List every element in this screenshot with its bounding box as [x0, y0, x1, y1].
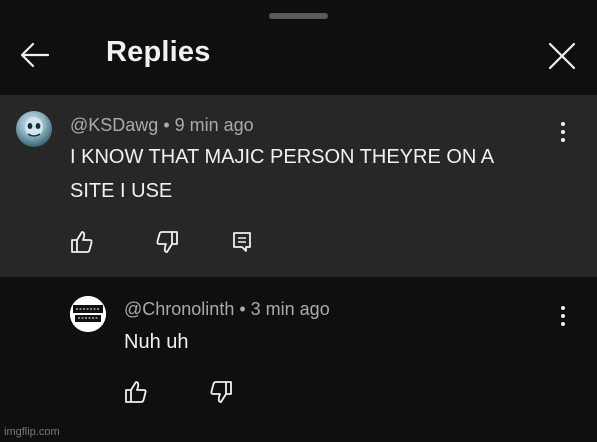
like-button[interactable] [69, 229, 95, 255]
meta-separator: • [163, 115, 170, 135]
parent-comment: @KSDawg • 9 min ago I KNOW THAT MAJIC PERS… [0, 95, 597, 277]
dislike-button[interactable] [154, 229, 180, 255]
comment-time: 9 min ago [174, 115, 254, 135]
thumbs-down-icon [156, 231, 178, 253]
avatar[interactable] [16, 111, 52, 147]
comment-text: I KNOW THAT MAJIC PERSON THEYRE ON A SIT… [70, 140, 550, 208]
thumbs-up-icon [125, 381, 147, 403]
comment-meta: @KSDawg • 9 min ago [70, 115, 254, 136]
thumbs-down-icon [210, 381, 232, 403]
comment-author[interactable]: @KSDawg [70, 115, 158, 135]
more-options-button[interactable] [553, 119, 573, 145]
comment-reply-icon [233, 232, 251, 252]
reply-button[interactable] [230, 229, 256, 255]
avatar-face-icon [25, 117, 43, 137]
comment-text-line: I KNOW THAT MAJIC PERSON THEYRE ON A [70, 146, 495, 168]
avatar[interactable] [70, 296, 106, 332]
reply-meta: @Chronolinth • 3 min ago [124, 299, 330, 320]
close-button[interactable] [542, 36, 582, 76]
reply-dislike-button[interactable] [208, 379, 234, 405]
more-vertical-icon [561, 122, 565, 142]
back-button[interactable] [14, 36, 54, 74]
watermark: imgflip.com [4, 426, 60, 438]
more-vertical-icon [561, 306, 565, 326]
thumbs-up-icon [71, 231, 93, 253]
comment-text-line: SITE I USE [70, 180, 173, 202]
reply-more-options-button[interactable] [553, 303, 573, 329]
avatar-logo-icon [70, 296, 106, 332]
reply-like-button[interactable] [123, 379, 149, 405]
reply-time: 3 min ago [250, 299, 330, 319]
arrow-left-icon [20, 42, 50, 68]
reply-text: Nuh uh [124, 331, 189, 353]
replies-header: Replies [0, 0, 597, 95]
close-icon [548, 42, 576, 70]
reply-author[interactable]: @Chronolinth [124, 299, 234, 319]
page-title: Replies [106, 36, 211, 68]
meta-separator: • [239, 299, 246, 319]
